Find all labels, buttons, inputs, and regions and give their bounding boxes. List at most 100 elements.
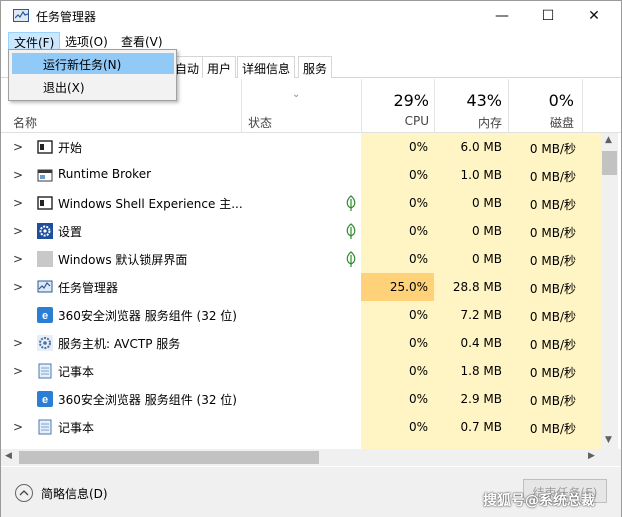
window-title: 任务管理器	[36, 10, 97, 24]
menu-exit[interactable]: 退出(X)	[12, 76, 174, 97]
process-row[interactable]	[1, 441, 601, 449]
process-row[interactable]: > Windows Shell Experience 主... 0% 0 MB 0 MB…	[1, 189, 601, 217]
fewer-details-link[interactable]: 简略信息(D)	[41, 485, 108, 502]
process-name: Windows 默认锁屏界面	[58, 253, 188, 267]
column-divider	[241, 79, 242, 133]
menu-file[interactable]: 文件(F)	[8, 32, 61, 50]
menu-run-new-task[interactable]: 运行新任务(N)	[12, 53, 174, 74]
process-row[interactable]: > 设置 0% 0 MB 0 MB/秒	[1, 217, 601, 245]
close-button[interactable]: ✕	[571, 1, 617, 31]
collapse-up-icon[interactable]	[15, 484, 33, 502]
expand-chevron-icon[interactable]: >	[13, 224, 23, 238]
process-row[interactable]: > 记事本 0% 1.8 MB 0 MB/秒	[1, 357, 601, 385]
process-row[interactable]: > Windows 默认锁屏界面 0% 0 MB 0 MB/秒	[1, 245, 601, 273]
scroll-up-icon[interactable]: ▲	[605, 135, 612, 145]
network-cell	[582, 217, 601, 245]
menu-options[interactable]: 选项(O)	[60, 32, 113, 50]
memory-cell: 0 MB	[434, 245, 508, 273]
network-cell	[582, 161, 601, 189]
notepad-icon	[37, 363, 53, 379]
cpu-cell	[361, 441, 434, 449]
process-name: 任务管理器	[58, 281, 119, 295]
process-row[interactable]: e 360安全浏览器 服务组件 (32 位) 0% 7.2 MB 0 MB/秒	[1, 301, 601, 329]
scroll-down-icon[interactable]: ▼	[605, 435, 612, 445]
tab-details[interactable]: 详细信息	[237, 56, 296, 78]
process-name: 开始	[58, 141, 83, 155]
scrollbar-thumb[interactable]	[19, 451, 319, 464]
network-cell	[582, 357, 601, 385]
tab-services[interactable]: 服务	[298, 56, 333, 78]
process-row[interactable]: > 开始 0% 6.0 MB 0 MB/秒	[1, 133, 601, 161]
memory-cell: 7.2 MB	[434, 301, 508, 329]
column-disk[interactable]: 磁盘	[508, 114, 574, 131]
suspended-leaf-icon	[345, 195, 357, 211]
process-row[interactable]: > 服务主机: AVCTP 服务 0% 0.4 MB 0 MB/秒	[1, 329, 601, 357]
process-name: Windows Shell Experience 主...	[58, 197, 243, 211]
process-row[interactable]: > 记事本 0% 0.7 MB 0 MB/秒	[1, 413, 601, 441]
cpu-cell: 0%	[361, 329, 434, 357]
horizontal-scrollbar[interactable]: ◀ ▶	[1, 449, 621, 466]
memory-cell: 0.7 MB	[434, 413, 508, 441]
cpu-cell: 0%	[361, 357, 434, 385]
tab-users[interactable]: 用户	[202, 56, 237, 78]
column-memory[interactable]: 内存	[434, 114, 502, 131]
sort-chevron-icon[interactable]: ⌄	[292, 89, 300, 100]
window-icon	[37, 139, 53, 155]
memory-cell: 0 MB	[434, 217, 508, 245]
menu-view[interactable]: 查看(V)	[116, 32, 168, 50]
svg-text:e: e	[42, 310, 48, 322]
network-cell	[582, 413, 601, 441]
window-icon	[37, 195, 53, 211]
disk-cell	[508, 441, 582, 449]
process-row[interactable]: > Runtime Broker 0% 1.0 MB 0 MB/秒	[1, 161, 601, 189]
expand-chevron-icon[interactable]: >	[13, 336, 23, 350]
scroll-right-icon[interactable]: ▶	[588, 451, 595, 461]
process-row[interactable]: > 任务管理器 25.0% 28.8 MB 0 MB/秒	[1, 273, 601, 301]
expand-chevron-icon[interactable]: >	[13, 252, 23, 266]
expand-chevron-icon[interactable]: >	[13, 364, 23, 378]
disk-cell: 0 MB/秒	[508, 217, 582, 245]
column-status[interactable]: 状态	[248, 114, 272, 131]
process-name: 服务主机: AVCTP 服务	[58, 337, 181, 351]
expand-chevron-icon[interactable]: >	[13, 168, 23, 182]
network-cell	[582, 133, 601, 161]
disk-cell: 0 MB/秒	[508, 357, 582, 385]
expand-chevron-icon[interactable]: >	[13, 196, 23, 210]
column-name[interactable]: 名称	[13, 114, 37, 131]
network-cell	[582, 245, 601, 273]
app-window-icon	[37, 167, 53, 183]
process-list: > 开始 0% 6.0 MB 0 MB/秒 > Runtime Broker 0% 1.0 MB…	[1, 133, 601, 449]
expand-chevron-icon[interactable]: >	[13, 420, 23, 434]
expand-chevron-icon[interactable]: >	[13, 280, 23, 294]
column-cpu[interactable]: CPU	[361, 114, 429, 128]
cpu-cell: 0%	[361, 245, 434, 273]
process-name: 360安全浏览器 服务组件 (32 位)	[58, 309, 237, 323]
process-name: 设置	[58, 225, 83, 239]
minimize-button[interactable]: —	[479, 1, 525, 31]
memory-cell: 1.8 MB	[434, 357, 508, 385]
network-cell	[582, 301, 601, 329]
vertical-scrollbar[interactable]: ▲ ▼	[601, 133, 618, 449]
disk-cell: 0 MB/秒	[508, 133, 582, 161]
process-row[interactable]: e 360安全浏览器 服务组件 (32 位) 0% 2.9 MB 0 MB/秒	[1, 385, 601, 413]
menu-bar: 文件(F) 选项(O) 查看(V)	[1, 31, 621, 51]
cpu-cell: 0%	[361, 217, 434, 245]
cpu-cell: 0%	[361, 385, 434, 413]
network-cell	[582, 441, 601, 449]
cpu-cell: 0%	[361, 161, 434, 189]
network-cell	[582, 385, 601, 413]
settings-gear-icon	[37, 223, 53, 239]
disk-cell: 0 MB/秒	[508, 245, 582, 273]
memory-cell: 0.4 MB	[434, 329, 508, 357]
disk-cell: 0 MB/秒	[508, 413, 582, 441]
column-divider	[582, 79, 583, 133]
maximize-button[interactable]: ☐	[525, 1, 571, 31]
memory-cell: 2.9 MB	[434, 385, 508, 413]
cpu-cell: 0%	[361, 301, 434, 329]
cpu-cell: 0%	[361, 189, 434, 217]
expand-chevron-icon[interactable]: >	[13, 140, 23, 154]
scrollbar-thumb[interactable]	[602, 151, 617, 175]
disk-cell: 0 MB/秒	[508, 161, 582, 189]
task-manager-icon	[13, 9, 29, 22]
scroll-left-icon[interactable]: ◀	[5, 451, 12, 461]
